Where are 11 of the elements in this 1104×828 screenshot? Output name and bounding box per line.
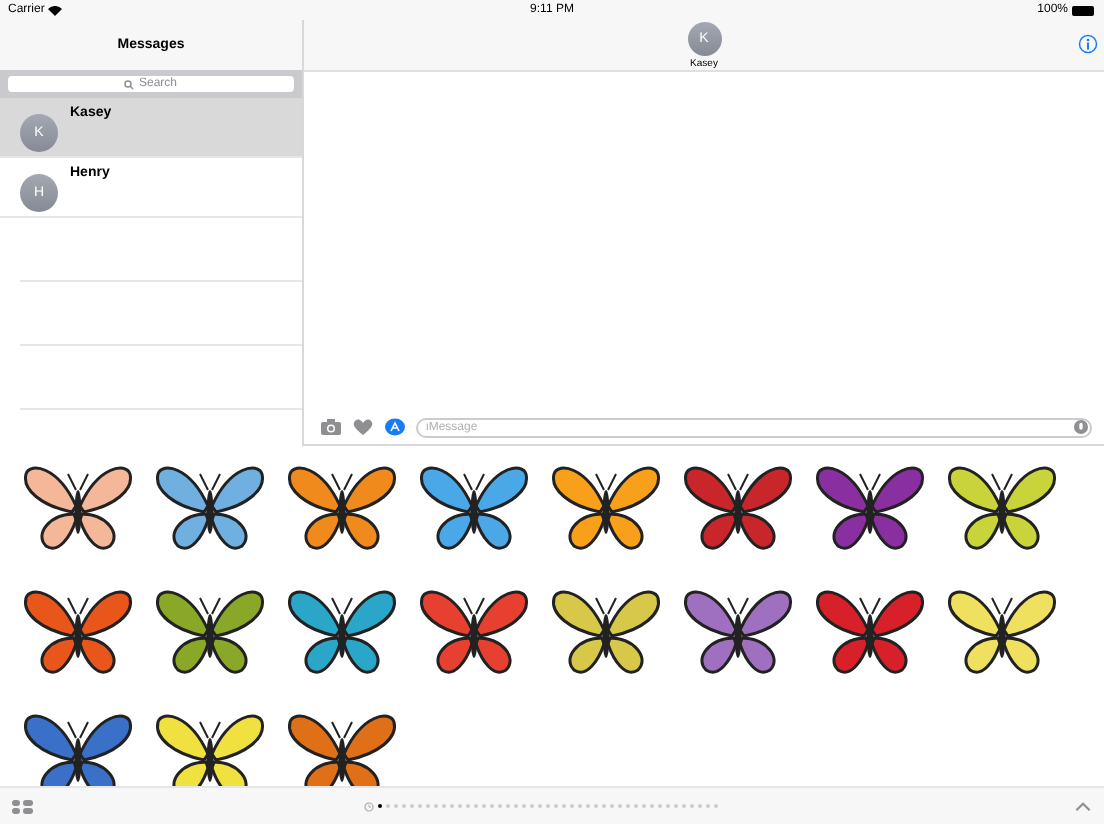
- search-icon: [124, 79, 135, 89]
- battery-icon: [1072, 5, 1096, 15]
- camera-icon[interactable]: [320, 418, 342, 436]
- info-icon[interactable]: [1078, 34, 1098, 54]
- microphone-icon[interactable]: [1074, 420, 1088, 434]
- app-drawer-icon[interactable]: [12, 799, 34, 813]
- wifi-icon: [48, 5, 63, 15]
- chevron-up-icon[interactable]: [1074, 801, 1092, 811]
- recent-icon[interactable]: [363, 801, 373, 811]
- heart-icon[interactable]: [352, 418, 374, 436]
- app-store-icon[interactable]: [384, 418, 406, 436]
